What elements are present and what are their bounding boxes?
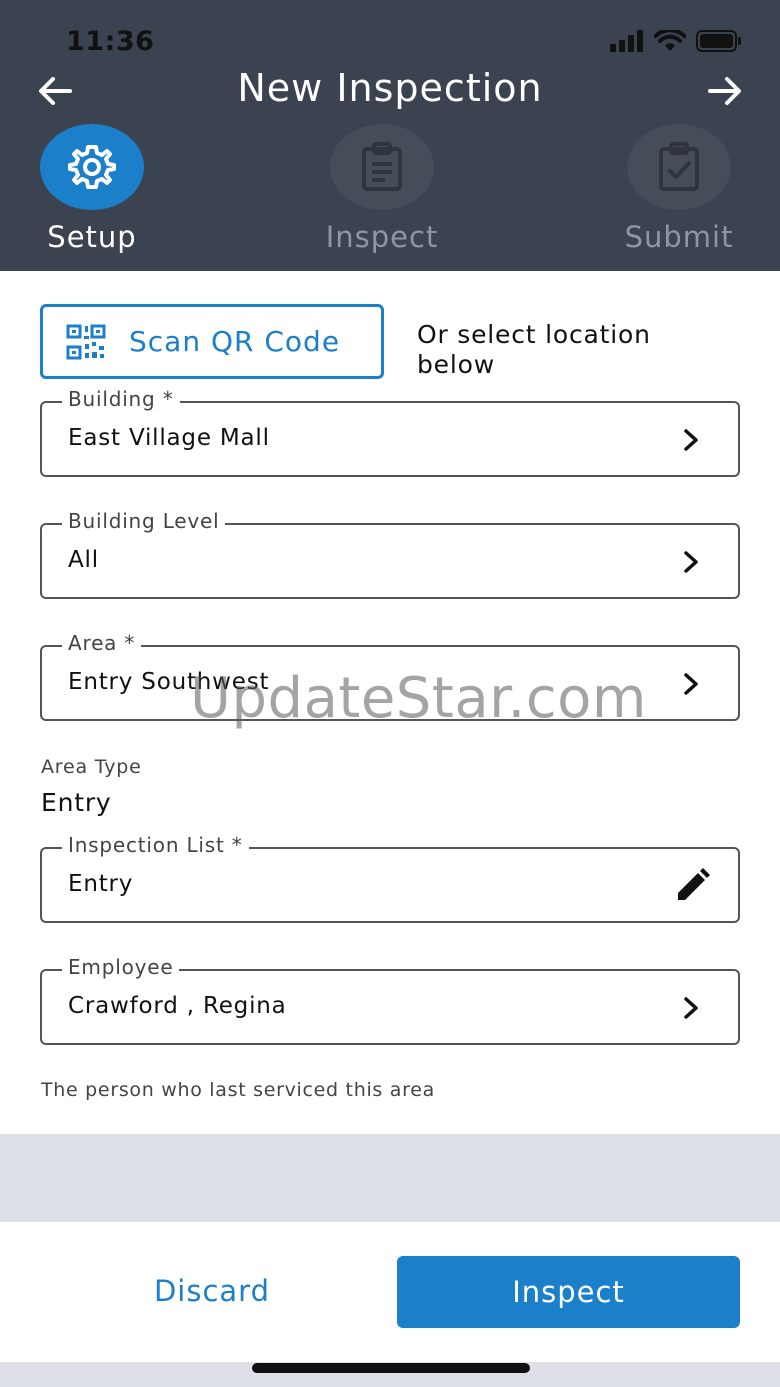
step-submit[interactable]: Submit — [599, 124, 759, 254]
step-inspect-label: Inspect — [325, 220, 439, 254]
employee-legend: Employee — [62, 955, 180, 979]
area-type-label: Area Type — [41, 756, 142, 778]
building-level-value: All — [68, 547, 99, 573]
step-setup-label: Setup — [47, 220, 137, 254]
area-field[interactable]: Area * Entry Southwest — [40, 631, 740, 721]
wifi-icon — [654, 30, 686, 51]
building-legend: Building * — [62, 387, 180, 411]
step-setup-circle — [40, 124, 144, 210]
gear-icon — [68, 145, 116, 189]
pencil-icon[interactable] — [672, 866, 712, 906]
step-inspect[interactable]: Inspect — [302, 124, 462, 254]
employee-value: Crawford , Regina — [68, 993, 287, 1019]
building-level-legend: Building Level — [62, 509, 226, 533]
home-indicator[interactable] — [252, 1363, 530, 1373]
area-value: Entry Southwest — [68, 669, 270, 695]
status-time: 11:36 — [66, 26, 155, 57]
or-select-text: Or select location below — [417, 320, 651, 379]
chevron-right-icon — [684, 673, 698, 695]
step-inspect-circle — [330, 124, 434, 210]
chevron-right-icon — [684, 997, 698, 1019]
clipboard-list-icon — [362, 142, 402, 191]
chevron-right-icon — [684, 551, 698, 573]
battery-icon — [696, 30, 741, 52]
discard-button[interactable]: Discard — [100, 1274, 324, 1308]
qr-code-icon — [66, 324, 106, 359]
inspect-button[interactable]: Inspect — [397, 1256, 740, 1328]
signal-icon — [610, 30, 643, 52]
inspection-list-value: Entry — [68, 871, 134, 897]
step-submit-circle — [627, 124, 731, 210]
scan-qr-label: Scan QR Code — [129, 325, 341, 358]
building-value: East Village Mall — [68, 425, 270, 451]
clipboard-check-icon — [659, 142, 699, 191]
employee-helper-text: The person who last serviced this area — [41, 1079, 435, 1101]
status-bar: 11:36 — [0, 0, 780, 70]
spacer-band — [0, 1134, 780, 1222]
forward-arrow-icon[interactable] — [704, 70, 746, 112]
header: 11:36 New Inspection Setup Inspect Submi… — [0, 0, 780, 271]
status-icons — [610, 30, 742, 52]
employee-field[interactable]: Employee Crawford , Regina — [40, 955, 740, 1045]
footer: Discard Inspect — [0, 1222, 780, 1362]
nav-row: New Inspection — [0, 62, 780, 118]
building-level-field[interactable]: Building Level All — [40, 509, 740, 599]
building-field[interactable]: Building * East Village Mall — [40, 387, 740, 477]
area-legend: Area * — [62, 631, 142, 655]
inspection-list-legend: Inspection List * — [62, 833, 249, 857]
inspection-list-field[interactable]: Inspection List * Entry — [40, 833, 740, 923]
area-type-value: Entry — [41, 788, 112, 817]
scan-qr-button[interactable]: Scan QR Code — [40, 304, 384, 379]
page-title: New Inspection — [237, 66, 543, 110]
step-submit-label: Submit — [624, 220, 734, 254]
chevron-right-icon — [684, 429, 698, 451]
step-setup[interactable]: Setup — [12, 124, 172, 254]
